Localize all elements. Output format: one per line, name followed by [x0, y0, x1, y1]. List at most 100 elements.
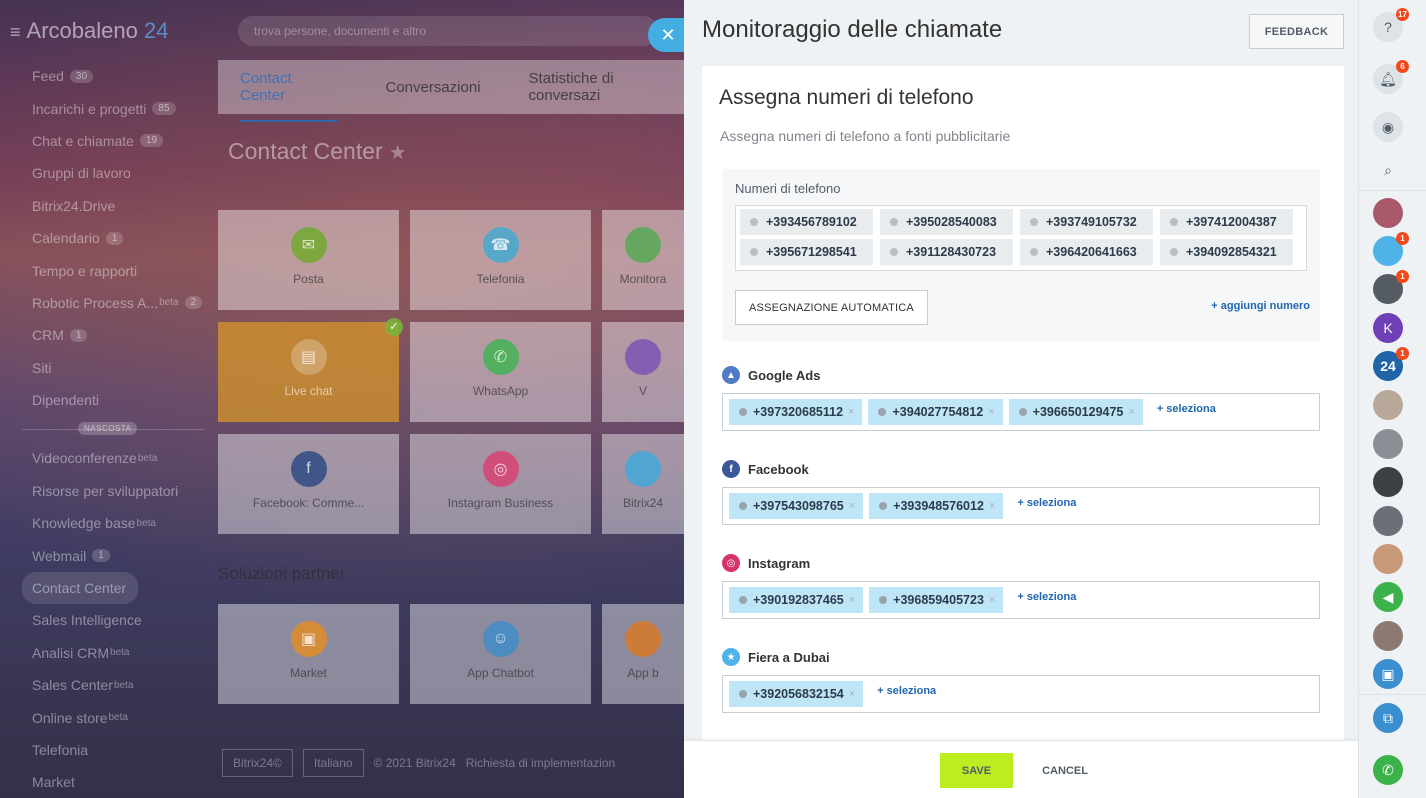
sidebar-item[interactable]: Incarichi e progetti 85 — [0, 92, 218, 124]
source-numbers-field[interactable]: +397543098765 × +393948576012 × + selezion… — [722, 487, 1320, 525]
phone-chip[interactable]: +393456789102 — [740, 209, 873, 235]
logo[interactable]: ≡ Arcobaleno 24 — [10, 18, 168, 44]
avatar[interactable] — [1373, 506, 1403, 536]
select-link[interactable]: + seleziona — [877, 685, 936, 697]
avatar[interactable] — [1373, 198, 1403, 228]
sidebar-item[interactable]: Tempo e rapporti — [0, 254, 218, 286]
megaphone-icon[interactable]: ◀ — [1373, 582, 1403, 612]
close-panel-button[interactable]: ✕ — [648, 18, 684, 52]
auto-assign-button[interactable]: ASSEGNAZIONE AUTOMATICA — [735, 290, 928, 325]
tile-mail[interactable]: ✉ Posta — [218, 210, 399, 310]
remove-icon[interactable]: × — [1128, 406, 1134, 418]
feedback-button[interactable]: FEEDBACK — [1249, 14, 1344, 49]
implementation-link[interactable]: Richiesta di implementazion — [466, 756, 615, 770]
phone-chip[interactable]: +391128430723 — [880, 239, 1013, 265]
avatar[interactable]: 24 1 — [1373, 347, 1409, 381]
select-link[interactable]: + seleziona — [1157, 403, 1216, 415]
tab-statistics[interactable]: Statistiche di conversazi — [529, 70, 684, 104]
phone-icon[interactable]: ✆ — [1373, 755, 1403, 785]
cancel-button[interactable]: CANCEL — [1030, 753, 1100, 788]
sidebar-item[interactable]: Videoconferenze beta — [0, 442, 218, 474]
remove-icon[interactable]: × — [849, 594, 855, 606]
avatar[interactable] — [1373, 544, 1403, 574]
tile-instagram-business[interactable]: ◎ Instagram Business — [410, 434, 591, 534]
lock-icon[interactable]: ▣ — [1373, 659, 1403, 689]
tile-monitoring[interactable]: Monitora — [602, 210, 684, 310]
sidebar-item[interactable]: CRM 1 — [0, 319, 218, 351]
sidebar-item[interactable]: Robotic Process A... beta 2 — [0, 287, 218, 319]
save-button[interactable]: SAVE — [940, 753, 1013, 788]
menu-burger-icon[interactable]: ≡ — [10, 22, 21, 42]
sidebar-item[interactable]: Sales Center beta — [0, 669, 218, 701]
sidebar-item[interactable]: Gruppi di lavoro — [0, 157, 218, 189]
avatar[interactable] — [1373, 621, 1403, 651]
tile-app-b[interactable]: App b — [602, 604, 684, 704]
number-chip[interactable]: +396650129475 × — [1008, 399, 1143, 425]
sidebar-item-contact-center[interactable]: Contact Center — [22, 571, 138, 605]
tile-whatsapp[interactable]: ✆ WhatsApp — [410, 322, 591, 422]
sidebar-item[interactable]: Feed 30 — [0, 60, 218, 92]
tab-conversations[interactable]: Conversazioni — [385, 79, 480, 96]
tile-market[interactable]: ▣ Market — [218, 604, 399, 704]
tile-telephony[interactable]: ☎ Telefonia — [410, 210, 591, 310]
remove-icon[interactable]: × — [849, 688, 855, 700]
hidden-separator[interactable]: NASCOSTA — [0, 416, 218, 442]
star-icon[interactable]: ★ — [389, 142, 407, 164]
select-link[interactable]: + seleziona — [1017, 497, 1076, 509]
phone-chip[interactable]: +395671298541 — [740, 239, 873, 265]
source-numbers-field[interactable]: +390192837465 × +396859405723 × + selezion… — [722, 581, 1320, 619]
footer-brand-button[interactable]: Bitrix24© — [222, 749, 293, 777]
tile-viber[interactable]: V — [602, 322, 684, 422]
avatar[interactable]: 1 — [1373, 270, 1409, 304]
avatar[interactable] — [1373, 390, 1403, 420]
number-chip[interactable]: +394027754812 × — [868, 399, 1003, 425]
open-lines-icon[interactable]: ⧉ — [1373, 703, 1403, 733]
sidebar-item[interactable]: Sales Intelligence — [0, 604, 218, 636]
avatar[interactable] — [1373, 467, 1403, 497]
tab-contact-center[interactable]: Contact Center — [240, 70, 338, 122]
number-chip[interactable]: +393948576012 × — [869, 493, 1004, 519]
sidebar-item[interactable]: Siti — [0, 352, 218, 384]
phone-chip[interactable]: +397412004387 — [1160, 209, 1293, 235]
remove-icon[interactable]: × — [989, 594, 995, 606]
select-link[interactable]: + seleziona — [1017, 591, 1076, 603]
avatar[interactable]: 1 — [1373, 232, 1409, 266]
notifications-button[interactable]: 🔔︎ 6 — [1373, 60, 1409, 94]
avatar[interactable]: K — [1373, 313, 1403, 343]
global-search-input[interactable]: trova persone, documenti e altro — [238, 16, 658, 46]
number-chip[interactable]: +396859405723 × — [869, 587, 1004, 613]
remove-icon[interactable]: × — [989, 500, 995, 512]
number-chip[interactable]: +392056832154 × — [729, 681, 864, 707]
phone-chip[interactable]: +396420641663 — [1020, 239, 1153, 265]
tile-bitrix24[interactable]: Bitrix24 — [602, 434, 684, 534]
sidebar-item[interactable]: Bitrix24.Drive — [0, 190, 218, 222]
tile-live-chat[interactable]: ✓ ▤ Live chat — [218, 318, 403, 422]
sidebar-item[interactable]: Risorse per sviluppatori — [0, 475, 218, 507]
sidebar-item[interactable]: Knowledge base beta — [0, 507, 218, 539]
sidebar-item[interactable]: Online store beta — [0, 701, 218, 733]
remove-icon[interactable]: × — [849, 500, 855, 512]
phone-chip[interactable]: +395028540083 — [880, 209, 1013, 235]
remove-icon[interactable]: × — [988, 406, 994, 418]
sidebar-item[interactable]: Chat e chiamate 19 — [0, 125, 218, 157]
number-chip[interactable]: +390192837465 × — [729, 587, 864, 613]
sidebar-item[interactable]: Calendario 1 — [0, 222, 218, 254]
remove-icon[interactable]: × — [848, 406, 854, 418]
sidebar-item[interactable]: Dipendenti — [0, 384, 218, 416]
phone-chip[interactable]: +393749105732 — [1020, 209, 1153, 235]
source-numbers-field[interactable]: +392056832154 × + seleziona — [722, 675, 1320, 713]
chat-button[interactable]: ◉ — [1373, 112, 1403, 142]
tile-app-chatbot[interactable]: ☺ App Chatbot — [410, 604, 591, 704]
add-number-link[interactable]: + aggiungi numero — [1211, 300, 1310, 312]
source-numbers-field[interactable]: +397320685112 × +394027754812 × +396650129… — [722, 393, 1320, 431]
number-chip[interactable]: +397320685112 × — [729, 399, 863, 425]
help-button[interactable]: ? 17 — [1373, 8, 1409, 42]
sidebar-item[interactable]: Analisi CRM beta — [0, 637, 218, 669]
sidebar-item[interactable]: Market — [0, 766, 218, 798]
language-select[interactable]: Italiano — [302, 749, 364, 777]
avatar[interactable] — [1373, 429, 1403, 459]
number-chip[interactable]: +397543098765 × — [729, 493, 864, 519]
tile-facebook-comments[interactable]: f Facebook: Comme... — [218, 434, 399, 534]
phone-chip[interactable]: +394092854321 — [1160, 239, 1293, 265]
sidebar-item[interactable]: Webmail 1 — [0, 539, 218, 571]
